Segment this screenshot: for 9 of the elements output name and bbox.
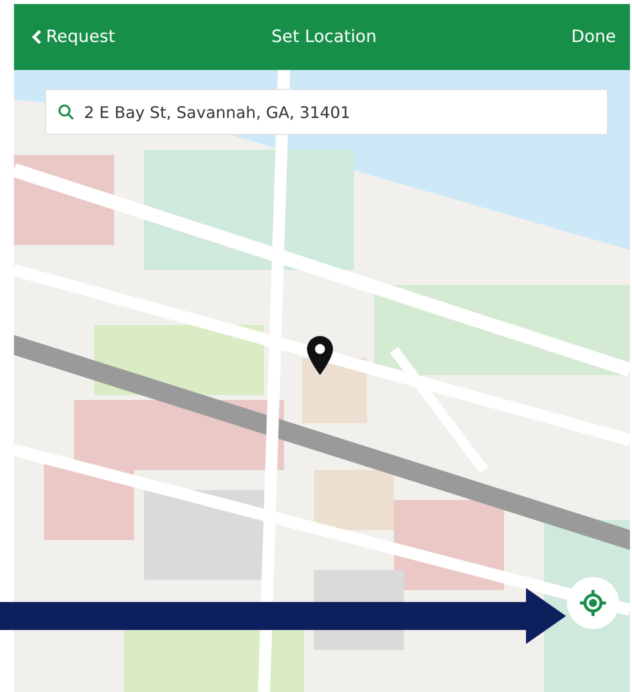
search-field[interactable]: 2 E Bay St, Savannah, GA, 31401 [45, 89, 608, 135]
screen-title: Set Location [271, 27, 377, 47]
map-pin-icon [306, 336, 334, 376]
crosshair-icon [579, 589, 607, 617]
chevron-left-icon [32, 29, 42, 45]
back-button[interactable]: Request [32, 27, 116, 47]
arrow-icon [0, 588, 568, 644]
done-button[interactable]: Done [571, 27, 616, 47]
search-icon [58, 104, 74, 120]
